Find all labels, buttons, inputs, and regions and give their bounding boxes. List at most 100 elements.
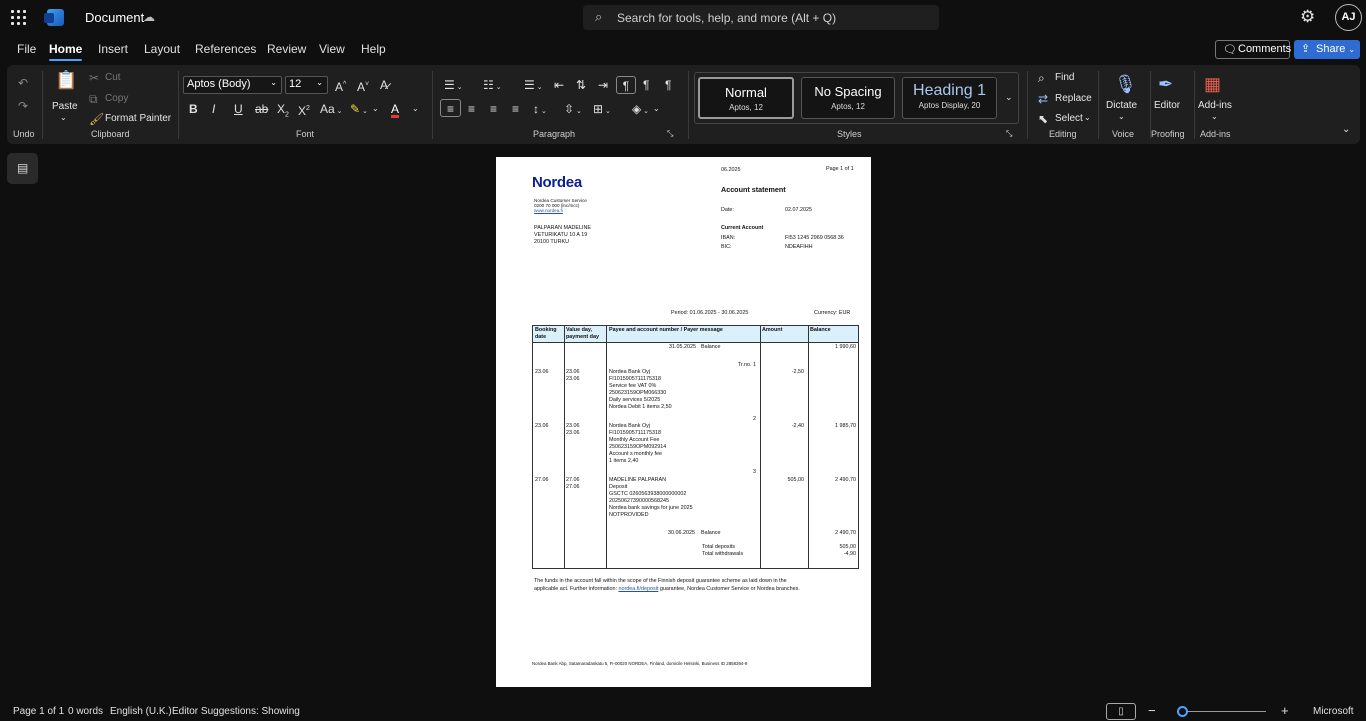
- style-no-spacing[interactable]: No Spacing Aptos, 12: [801, 77, 895, 119]
- copy-icon[interactable]: ⧉: [89, 92, 98, 106]
- decrease-indent-icon[interactable]: ⇤: [554, 78, 564, 92]
- select-dropdown-icon[interactable]: ⌄: [1084, 113, 1091, 122]
- clear-formatting-icon[interactable]: A̷: [380, 78, 388, 92]
- underline-icon[interactable]: U: [234, 102, 243, 116]
- shading-icon[interactable]: ◈ ⌄: [632, 102, 649, 119]
- copy-button[interactable]: Copy: [105, 93, 128, 104]
- document-title[interactable]: Document: [85, 10, 144, 25]
- select-icon[interactable]: ⬉: [1038, 112, 1048, 126]
- paste-dropdown-icon[interactable]: ⌄: [60, 113, 67, 122]
- font-size-select[interactable]: 12 ⌄: [285, 76, 328, 94]
- highlight-dropdown-icon[interactable]: ⌄: [372, 102, 379, 116]
- document-page[interactable]: 06.2025 Page 1 of 1 Nordea Account state…: [496, 157, 871, 687]
- rtl-direction-icon[interactable]: ¶: [643, 78, 649, 92]
- align-right-icon[interactable]: ≡: [490, 102, 497, 116]
- tab-view[interactable]: View: [319, 42, 345, 56]
- grow-font-icon[interactable]: A^: [335, 78, 346, 94]
- navigation-pane-button[interactable]: ▤: [7, 153, 38, 184]
- zoom-in-icon[interactable]: +: [1281, 703, 1289, 718]
- addins-dropdown-icon[interactable]: ⌄: [1211, 112, 1218, 121]
- subscript-icon[interactable]: X2: [277, 102, 289, 122]
- zoom-slider-track[interactable]: [1178, 711, 1266, 712]
- dictate-button[interactable]: Dictate: [1106, 100, 1137, 111]
- tab-help[interactable]: Help: [361, 42, 386, 56]
- share-button[interactable]: ⇪ Share ⌄: [1294, 40, 1360, 59]
- font-group-label: Font: [296, 129, 315, 139]
- app-launcher-icon[interactable]: [11, 10, 26, 25]
- replace-icon[interactable]: ⇄: [1038, 92, 1048, 106]
- search-box[interactable]: ⌕: [583, 5, 939, 30]
- editor-pen-icon[interactable]: ✒: [1158, 74, 1173, 95]
- select-button[interactable]: Select: [1055, 113, 1083, 124]
- status-language[interactable]: English (U.K.): [110, 706, 172, 717]
- status-editor-suggestions[interactable]: Editor Suggestions: Showing: [172, 706, 300, 717]
- addins-button[interactable]: Add-ins: [1198, 100, 1232, 111]
- cloud-saved-icon[interactable]: ☁: [143, 10, 155, 24]
- header-payee: Payee and account number / Payer message: [609, 327, 723, 333]
- paragraph-settings-icon[interactable]: ⤡: [667, 127, 673, 141]
- styles-settings-icon[interactable]: ⤡: [1006, 127, 1012, 141]
- ribbon-collapse-icon[interactable]: ⌄: [1342, 123, 1350, 137]
- status-page[interactable]: Page 1 of 1: [13, 706, 64, 717]
- shading-dropdown-icon[interactable]: ⌄: [653, 102, 660, 116]
- print-layout-view-icon[interactable]: ▯: [1106, 703, 1136, 720]
- tab-references[interactable]: References: [195, 42, 256, 56]
- tab-insert[interactable]: Insert: [98, 42, 128, 56]
- show-marks-icon[interactable]: ¶: [665, 78, 671, 92]
- comments-button[interactable]: 🗨 Comments: [1215, 40, 1291, 59]
- sort-icon[interactable]: ⇅: [576, 78, 586, 92]
- deposit-link[interactable]: nordea.fi/deposit: [619, 586, 659, 592]
- increase-indent-icon[interactable]: ⇥: [598, 78, 608, 92]
- paste-icon[interactable]: 📋: [55, 71, 77, 89]
- status-words[interactable]: 0 words: [68, 706, 103, 717]
- replace-button[interactable]: Replace: [1055, 93, 1092, 104]
- cut-button[interactable]: Cut: [105, 72, 121, 83]
- tab-layout[interactable]: Layout: [144, 42, 180, 56]
- align-left-icon[interactable]: ≡: [440, 99, 461, 117]
- bullets-icon[interactable]: ☰ ⌄: [444, 78, 463, 95]
- superscript-icon[interactable]: X2: [298, 102, 310, 118]
- zoom-slider-handle[interactable]: [1177, 706, 1188, 717]
- undo-icon[interactable]: ↶: [18, 76, 28, 90]
- shrink-font-icon[interactable]: A˅: [357, 78, 369, 94]
- line-spacing-icon[interactable]: ↕ ⌄: [533, 102, 547, 119]
- font-color-dropdown-icon[interactable]: ⌄: [412, 102, 419, 116]
- style-normal[interactable]: Normal Aptos, 12: [698, 77, 794, 119]
- paragraph-spacing-icon[interactable]: ⇳ ⌄: [564, 102, 582, 119]
- addins-grid-icon[interactable]: ▦: [1204, 74, 1221, 95]
- editor-button[interactable]: Editor: [1154, 100, 1180, 111]
- redo-icon[interactable]: ↷: [18, 99, 28, 113]
- tr-amount: -2,50: [791, 369, 804, 375]
- highlight-icon[interactable]: ✎ ⌄: [350, 102, 368, 119]
- strikethrough-icon[interactable]: ab: [255, 102, 268, 116]
- multilevel-list-icon[interactable]: ☰ ⌄: [524, 78, 543, 95]
- ltr-direction-icon[interactable]: ¶: [616, 76, 636, 94]
- bold-icon[interactable]: B: [189, 102, 198, 116]
- justify-icon[interactable]: ≡: [512, 102, 519, 116]
- format-painter-icon[interactable]: 🖌: [89, 112, 104, 126]
- tab-home[interactable]: Home: [49, 42, 83, 61]
- settings-gear-icon[interactable]: ⚙: [1300, 7, 1315, 27]
- format-painter-button[interactable]: Format Painter: [105, 113, 171, 124]
- cut-icon[interactable]: ✂: [89, 71, 99, 85]
- font-family-select[interactable]: Aptos (Body) ⌄: [183, 76, 282, 94]
- find-icon[interactable]: ⌕: [1038, 71, 1045, 85]
- paste-button[interactable]: Paste: [52, 101, 78, 112]
- align-center-icon[interactable]: ≡: [468, 102, 475, 116]
- styles-expand-icon[interactable]: ⌄: [1005, 90, 1013, 104]
- service-link[interactable]: www.nordea.fi: [534, 208, 563, 213]
- user-avatar[interactable]: AJ: [1335, 4, 1362, 31]
- tab-review[interactable]: Review: [267, 42, 306, 56]
- dictate-dropdown-icon[interactable]: ⌄: [1118, 112, 1125, 121]
- style-heading-1[interactable]: Heading 1 Aptos Display, 20: [902, 77, 997, 119]
- change-case-icon[interactable]: Aa ⌄: [320, 102, 343, 119]
- font-color-icon[interactable]: A: [391, 102, 399, 116]
- find-button[interactable]: Find: [1055, 72, 1074, 83]
- borders-icon[interactable]: ⊞ ⌄: [593, 102, 611, 119]
- italic-icon[interactable]: I: [212, 102, 215, 116]
- numbering-icon[interactable]: ☷ ⌄: [483, 78, 502, 95]
- microphone-icon[interactable]: 🎙: [1114, 74, 1137, 95]
- search-input[interactable]: [617, 8, 927, 27]
- zoom-out-icon[interactable]: −: [1148, 703, 1156, 718]
- tab-file[interactable]: File: [17, 42, 36, 56]
